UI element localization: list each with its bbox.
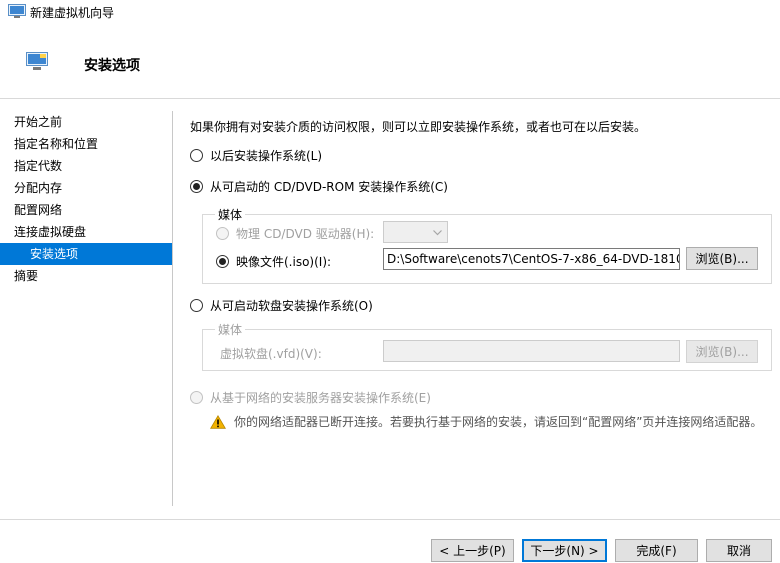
cd-media-legend: 媒体 [215, 206, 246, 223]
window-title: 新建虚拟机向导 [30, 6, 115, 20]
vfd-label: 虚拟软盘(.vfd)(V): [220, 347, 322, 361]
install-from-cd-radio[interactable]: 从可启动的 CD/DVD-ROM 安装操作系统(C) [190, 178, 448, 195]
nav-item-virtual-disk[interactable]: 连接虚拟硬盘 [0, 221, 172, 243]
nav-item-install-options[interactable]: 安装选项 [0, 243, 172, 265]
nav-item-name-location[interactable]: 指定名称和位置 [0, 133, 172, 155]
image-file-label: 映像文件(.iso)(I): [236, 255, 332, 269]
vfd-path-input[interactable] [383, 340, 680, 362]
browse-iso-button[interactable]: 浏览(B)... [686, 247, 758, 270]
physical-drive-select[interactable] [383, 221, 448, 243]
app-icon [8, 4, 26, 18]
next-button[interactable]: 下一步(N) > [522, 539, 607, 562]
intro-text: 如果你拥有对安装介质的访问权限，则可以立即安装操作系统，或者也可在以后安装。 [190, 120, 647, 134]
nav-item-before-you-begin[interactable]: 开始之前 [0, 111, 172, 133]
install-from-cd-label: 从可启动的 CD/DVD-ROM 安装操作系统(C) [210, 180, 448, 194]
nav-item-network[interactable]: 配置网络 [0, 199, 172, 221]
install-from-network-label: 从基于网络的安装服务器安装操作系统(E) [210, 391, 431, 405]
physical-drive-label: 物理 CD/DVD 驱动器(H): [236, 227, 375, 241]
radio-circle[interactable] [216, 227, 229, 240]
wizard-page-icon [26, 52, 48, 70]
chevron-down-icon [433, 230, 442, 236]
warning-icon [210, 414, 226, 429]
page-title: 安装选项 [84, 58, 140, 74]
radio-circle[interactable] [190, 149, 203, 162]
cancel-button[interactable]: 取消 [706, 539, 772, 562]
install-later-radio[interactable]: 以后安装操作系统(L) [190, 147, 322, 164]
nav-item-summary[interactable]: 摘要 [0, 265, 172, 287]
floppy-media-legend: 媒体 [215, 321, 246, 338]
radio-circle[interactable] [190, 180, 203, 193]
page-header: 安装选项 [0, 24, 780, 99]
title-bar: 新建虚拟机向导 [0, 0, 780, 24]
image-file-radio[interactable]: 映像文件(.iso)(I): [216, 253, 331, 270]
previous-button[interactable]: < 上一步(P) [431, 539, 514, 562]
wizard-footer: < 上一步(P) 下一步(N) > 完成(F) 取消 [0, 519, 780, 563]
iso-path-input[interactable]: D:\Software\cenots7\CentOS-7-x86_64-DVD-… [383, 248, 680, 270]
browse-vfd-button[interactable]: 浏览(B)... [686, 340, 758, 363]
install-from-floppy-label: 从可启动软盘安装操作系统(O) [210, 299, 373, 313]
nav-item-memory[interactable]: 分配内存 [0, 177, 172, 199]
network-warning: 你的网络适配器已断开连接。若要执行基于网络的安装，请返回到“配置网络”页并连接网… [210, 413, 762, 430]
wizard-steps-nav: 开始之前 指定名称和位置 指定代数 分配内存 配置网络 连接虚拟硬盘 安装选项 … [0, 111, 172, 287]
radio-circle[interactable] [190, 391, 203, 404]
install-later-label: 以后安装操作系统(L) [210, 149, 323, 163]
install-from-floppy-radio[interactable]: 从可启动软盘安装操作系统(O) [190, 297, 373, 314]
nav-item-generation[interactable]: 指定代数 [0, 155, 172, 177]
finish-button[interactable]: 完成(F) [615, 539, 698, 562]
radio-circle[interactable] [190, 299, 203, 312]
radio-circle[interactable] [216, 255, 229, 268]
install-from-network-radio[interactable]: 从基于网络的安装服务器安装操作系统(E) [190, 389, 431, 406]
physical-drive-radio[interactable]: 物理 CD/DVD 驱动器(H): [216, 225, 374, 242]
nav-divider [172, 111, 173, 506]
network-warning-text: 你的网络适配器已断开连接。若要执行基于网络的安装，请返回到“配置网络”页并连接网… [234, 415, 763, 429]
